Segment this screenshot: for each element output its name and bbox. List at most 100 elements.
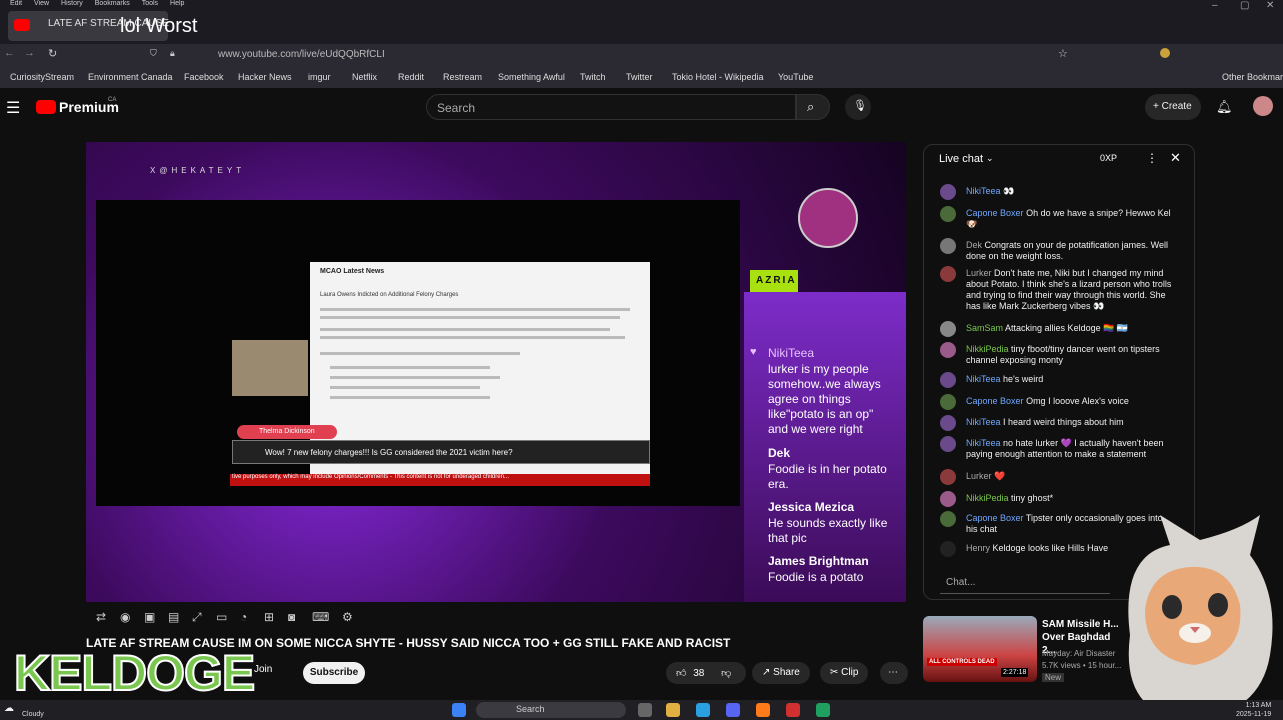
minimize-icon[interactable]: – — [1212, 0, 1218, 11]
forward-icon[interactable]: → — [24, 47, 35, 59]
share-button[interactable]: ↗ Share — [752, 662, 810, 684]
bookmark-reddit[interactable]: Reddit — [398, 72, 424, 82]
streamer-webcam — [232, 340, 308, 396]
cat-mascot-overlay — [1128, 515, 1273, 720]
shield-icon[interactable]: ⛉ — [150, 48, 157, 59]
overlay-chat-text: lurker is my people somehow..we always a… — [768, 362, 881, 436]
create-button[interactable]: + Create — [1145, 94, 1201, 120]
subscribe-button[interactable]: Subscribe — [303, 662, 365, 684]
keyboard-icon[interactable]: ⌨ — [312, 610, 329, 624]
youtube-favicon-icon — [14, 19, 30, 31]
task-view-icon[interactable] — [638, 703, 652, 717]
menu-bookmarks[interactable]: Bookmarks — [95, 0, 130, 7]
chat-message: SamSam Attacking allies Keldoge 🏳️‍🌈 🇦🇷 — [966, 323, 1176, 334]
add-icon[interactable]: ⊞ — [264, 610, 274, 624]
search-button[interactable]: ⌕ — [796, 94, 830, 120]
weather-icon[interactable]: ☁ — [4, 703, 14, 714]
menu-history[interactable]: History — [61, 0, 83, 7]
lock-icon[interactable]: 🔒︎ — [170, 48, 175, 59]
audio-icon[interactable]: ◉ — [120, 610, 130, 624]
voice-search-button[interactable]: 🎙︎ — [845, 94, 871, 120]
youtube-logo-icon[interactable] — [36, 100, 56, 114]
search-input[interactable]: Search — [426, 94, 796, 120]
avatar — [940, 238, 956, 254]
player-controls: ⇄ ◉ ▣ ▤ ⤢ ▭ ◔ ⊞ ◙ ⌨ ⚙ — [90, 608, 360, 628]
screenshot-icon[interactable]: ▤ — [168, 610, 179, 624]
speed-icon[interactable]: ◔ — [240, 610, 247, 624]
article-text-line — [320, 316, 620, 319]
avatar — [940, 206, 956, 222]
taskbar-search[interactable]: Search — [476, 702, 626, 718]
live-chat-title[interactable]: Live chat — [939, 153, 983, 165]
bookmark-hacker-news[interactable]: Hacker News — [238, 72, 292, 82]
bookmark-curiositystream[interactable]: CuriosityStream — [10, 72, 74, 82]
theater-icon[interactable]: ▭ — [216, 610, 227, 624]
join-button[interactable]: Join — [254, 664, 288, 682]
chat-input[interactable]: Chat... — [940, 572, 1110, 594]
scissors-icon: ✂ — [830, 667, 842, 678]
expand-icon[interactable]: ⤢ — [192, 610, 202, 625]
hamburger-menu-icon[interactable]: ☰ — [6, 98, 20, 118]
app-icon[interactable] — [786, 703, 800, 717]
weather-label: Cloudy — [22, 711, 44, 718]
avatar[interactable] — [1253, 96, 1273, 116]
chat-more-icon[interactable]: ⋮ — [1146, 151, 1158, 165]
bookmark-twitch[interactable]: Twitch — [580, 72, 606, 82]
avatar — [940, 436, 956, 452]
chat-message: Dek Congrats on your de potatification j… — [966, 240, 1176, 262]
chat-author: Dek — [966, 240, 983, 250]
menu-edit[interactable]: Edit — [10, 0, 22, 7]
notifications-bell-icon[interactable]: 🔔︎ — [1216, 99, 1233, 115]
window-title: lol Worst — [120, 15, 198, 37]
thumbs-up-icon[interactable]: 👍︎ — [676, 668, 686, 679]
chevron-down-icon[interactable]: ⌄ — [986, 153, 994, 164]
menu-help[interactable]: Help — [170, 0, 184, 7]
recommended-video-thumbnail[interactable]: ALL CONTROLS DEAD 2:27:18 — [923, 616, 1037, 682]
file-explorer-icon[interactable] — [666, 703, 680, 717]
bookmark-something-awful[interactable]: Something Awful — [498, 72, 565, 82]
back-icon[interactable]: ← — [4, 47, 15, 59]
bookmark-facebook[interactable]: Facebook — [184, 72, 224, 82]
maximize-icon[interactable]: ▢ — [1240, 0, 1249, 11]
share-label: Share — [773, 667, 800, 678]
bookmark-netflix[interactable]: Netflix — [352, 72, 377, 82]
settings-gear-icon[interactable]: ⚙ — [342, 610, 353, 624]
bookmark-environment-canada[interactable]: Environment Canada — [88, 72, 173, 82]
close-icon[interactable]: ✕ — [1170, 150, 1181, 166]
address-field[interactable]: www.youtube.com/live/eUdQQbRfCLI — [218, 49, 385, 60]
donation-alert: Thelma Dickinson Wow! 7 new felony charg… — [232, 425, 650, 464]
pip-icon[interactable]: ▣ — [144, 610, 155, 624]
other-bookmarks[interactable]: Other Bookmarks — [1222, 72, 1283, 82]
overlay-chat-text: Foodie is in her potato era. — [768, 462, 887, 491]
bookmark-youtube[interactable]: YouTube — [778, 72, 813, 82]
app-icon[interactable] — [816, 703, 830, 717]
bookmark-tokio-hotel[interactable]: Tokio Hotel - Wikipedia — [672, 72, 764, 82]
discord-icon[interactable] — [726, 703, 740, 717]
extension-icon[interactable] — [1160, 48, 1170, 58]
points-badge[interactable]: 0XP — [1100, 153, 1117, 163]
more-actions-button[interactable]: ⋯ — [880, 662, 908, 684]
firefox-icon[interactable] — [756, 703, 770, 717]
menu-tools[interactable]: Tools — [142, 0, 158, 7]
article-headline: Laura Owens Indicted on Additional Felon… — [320, 292, 459, 298]
system-clock[interactable]: 1:13 AM 2025-11-19 — [1236, 701, 1271, 719]
bookmark-restream[interactable]: Restream — [443, 72, 482, 82]
chat-text: he's weird — [1003, 374, 1044, 384]
menu-view[interactable]: View — [34, 0, 49, 7]
bookmark-twitter[interactable]: Twitter — [626, 72, 653, 82]
avatar — [940, 394, 956, 410]
thumbs-down-icon[interactable]: 👎︎ — [721, 668, 731, 679]
camera-icon[interactable]: ◙ — [288, 610, 295, 624]
bookmark-imgur[interactable]: imgur — [308, 72, 331, 82]
loop-icon[interactable]: ⇄ — [96, 610, 106, 624]
close-window-icon[interactable]: ✕ — [1266, 0, 1274, 11]
windows-start-icon[interactable] — [452, 703, 466, 717]
video-duration: 2:27:18 — [1001, 668, 1029, 677]
chat-author: Capone Boxer — [966, 396, 1024, 406]
edge-icon[interactable] — [696, 703, 710, 717]
reload-icon[interactable]: ↻ — [48, 47, 57, 60]
bookmark-star-icon[interactable]: ☆ — [1058, 47, 1068, 60]
chat-author: NikiTeea — [966, 417, 1001, 427]
chat-message: NikiTeea I heard weird things about him — [966, 417, 1176, 428]
clip-button[interactable]: ✂ Clip — [820, 662, 869, 684]
